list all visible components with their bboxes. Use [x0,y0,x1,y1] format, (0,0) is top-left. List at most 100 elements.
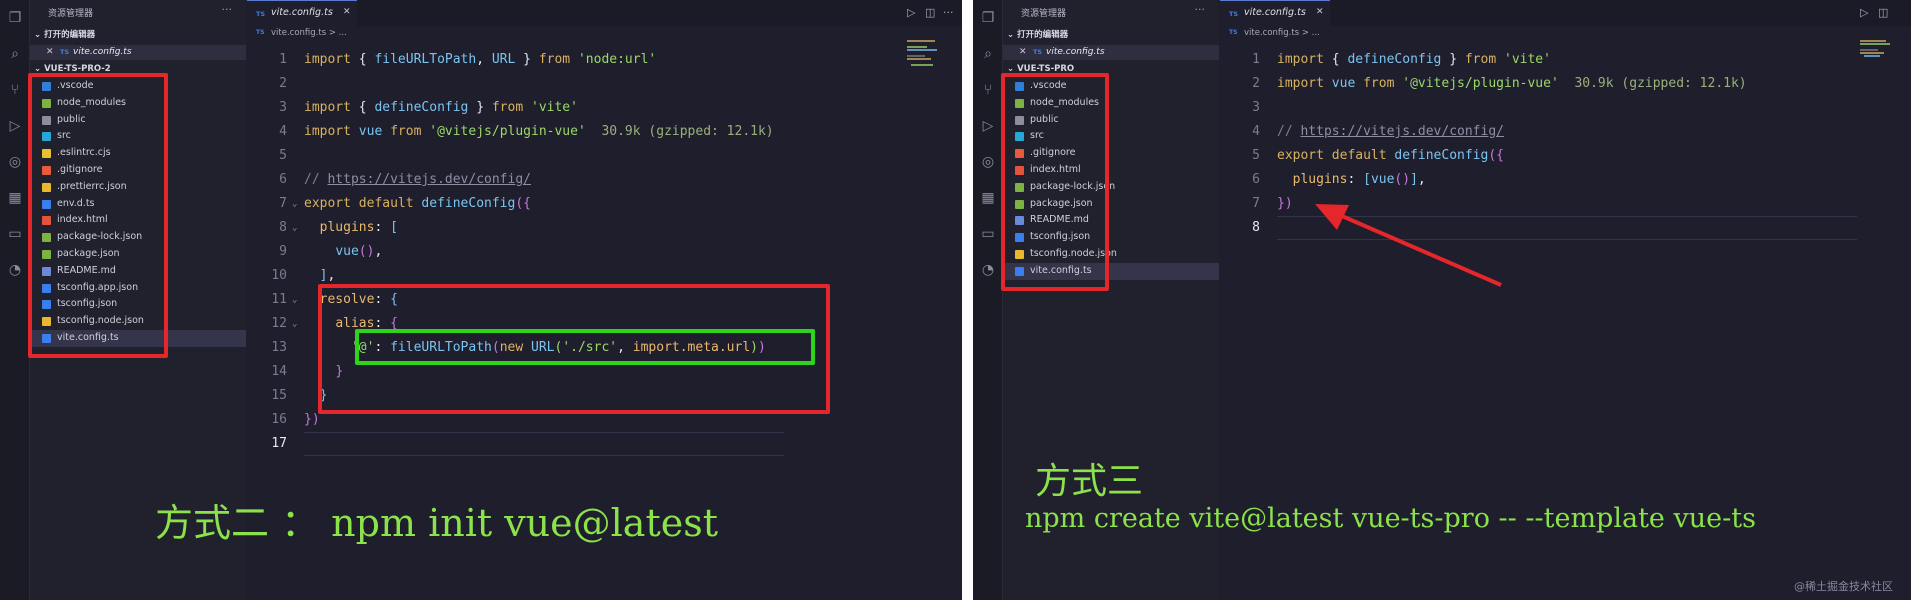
line-number: 7 [279,196,287,211]
open-editor-item[interactable]: ✕ TS vite.config.ts [30,45,246,60]
code-token: from [1363,76,1403,91]
line-number: 4 [1252,124,1260,139]
fold-chevron-icon[interactable]: ⌄ [292,288,297,312]
code-token: from [1464,52,1504,67]
typescript-file-icon: TS [1229,29,1238,36]
code-token: defineConfig [421,196,516,211]
breadcrumb-path: vite.config.ts > ... [1244,28,1320,38]
code-token: () [358,244,375,259]
fold-chevron-icon[interactable]: ⌄ [292,216,297,240]
code-text: import { defineConfig } from 'vite' [304,96,578,120]
close-icon[interactable]: ✕ [1019,45,1027,60]
method-two-caption: 方式二 ： npm init vue@latest [155,501,718,545]
fold-chevron-icon[interactable]: ⌄ [292,192,297,216]
code-token: '@vitejs/plugin-vue' [429,124,586,139]
tab-bar: TS vite.config.ts ✕ ▷ ◫ [1220,0,1911,26]
folder-icon[interactable]: ▭ [7,226,23,242]
search-icon[interactable]: ⌕ [7,46,23,62]
tab-vite-config[interactable]: TS vite.config.ts ✕ [247,0,357,26]
code-text: import { fileURLToPath, URL } from 'node… [304,48,656,72]
code-token: plugins [319,220,375,235]
code-token: vue [335,244,359,259]
timeline-icon[interactable]: ◔ [7,262,23,278]
remote-icon[interactable]: ◎ [980,154,996,170]
close-icon[interactable]: ✕ [46,45,54,60]
code-text: import vue from '@vitejs/plugin-vue' 30.… [304,120,774,144]
typescript-file-icon: TS [1033,48,1043,56]
open-editor-item[interactable]: ✕ TS vite.config.ts [1003,45,1219,60]
extensions-icon[interactable]: ▦ [980,190,996,206]
code-text: export default defineConfig({ [1277,144,1504,168]
typescript-file-icon: TS [1229,10,1239,18]
open-editors-section[interactable]: ⌄ 打开的编辑器 [1007,29,1068,42]
file-tree-highlight [1001,73,1109,291]
line-number: 16 [271,412,287,427]
code-token: // [1277,124,1301,139]
tab-vite-config[interactable]: TS vite.config.ts ✕ [1220,0,1330,26]
line-number: 15 [271,388,287,403]
typescript-file-icon: TS [256,29,265,36]
line-number: 7 [1252,196,1260,211]
code-token: defineConfig [374,100,469,115]
run-icon[interactable]: ▷ [1860,6,1868,19]
code-token: export default [304,196,422,211]
explorer-icon[interactable]: ❐ [7,10,23,26]
code-text: import vue from '@vitejs/plugin-vue' 30.… [1277,72,1747,96]
line-number: 6 [1252,172,1260,187]
run-debug-icon[interactable]: ▷ [980,118,996,134]
code-token: }) [1277,196,1293,211]
remote-icon[interactable]: ◎ [7,154,23,170]
tab-close-icon[interactable]: ✕ [343,7,351,17]
code-text: vue(), [304,240,382,264]
tab-close-icon[interactable]: ✕ [1316,7,1324,17]
explorer-title: 资源管理器 [1021,9,1067,19]
split-editor-icon[interactable]: ◫ [1878,6,1888,19]
minimap[interactable] [1860,40,1904,80]
more-actions-icon[interactable]: ··· [222,3,233,16]
code-token: plugins [1292,172,1348,187]
line-number: 13 [271,340,287,355]
run-icon[interactable]: ▷ [907,6,915,19]
line-number: 8 [279,220,287,235]
minimap[interactable] [907,40,951,80]
line-number: 9 [279,244,287,259]
split-editor-icon[interactable]: ◫ [925,6,935,19]
line-number: 17 [271,436,287,451]
extensions-icon[interactable]: ▦ [7,190,23,206]
line-number: 3 [279,100,287,115]
code-token: export default [1277,148,1395,163]
source-control-icon[interactable]: ⑂ [7,82,23,98]
more-icon[interactable]: ··· [943,6,954,19]
line-number: 6 [279,172,287,187]
line-number: 2 [279,76,287,91]
code-token: vue [358,124,391,139]
watermark: @稀土掘金技术社区 [1794,580,1893,593]
open-editors-label: 打开的编辑器 [1017,30,1069,40]
code-token: 'vite' [1504,52,1551,67]
folder-icon[interactable]: ▭ [980,226,996,242]
method-three-caption-title: 方式三 [1035,461,1144,502]
code-text: import { defineConfig } from 'vite' [1277,48,1551,72]
code-token: import [1277,76,1332,91]
code-token: () [1394,172,1411,187]
search-icon[interactable]: ⌕ [980,46,996,62]
file-tree-highlight [28,73,168,358]
code-token: '@vitejs/plugin-vue' [1402,76,1559,91]
code-text: plugins: [vue()], [1277,168,1426,192]
code-token: vue [1370,172,1395,187]
explorer-icon[interactable]: ❐ [980,10,996,26]
open-editors-section[interactable]: ⌄ 打开的编辑器 [34,29,95,42]
line-number: 11 [271,292,287,307]
source-control-icon[interactable]: ⑂ [980,82,996,98]
line-number: 2 [1252,76,1260,91]
timeline-icon[interactable]: ◔ [980,262,996,278]
fold-chevron-icon[interactable]: ⌄ [292,312,297,336]
typescript-file-icon: TS [60,48,70,56]
more-actions-icon[interactable]: ··· [1195,3,1206,16]
run-debug-icon[interactable]: ▷ [7,118,23,134]
code-text: plugins: [ [304,216,398,240]
open-editor-filename: vite.config.ts [73,47,132,57]
code-token: { [358,100,375,115]
code-token: } [515,52,539,67]
